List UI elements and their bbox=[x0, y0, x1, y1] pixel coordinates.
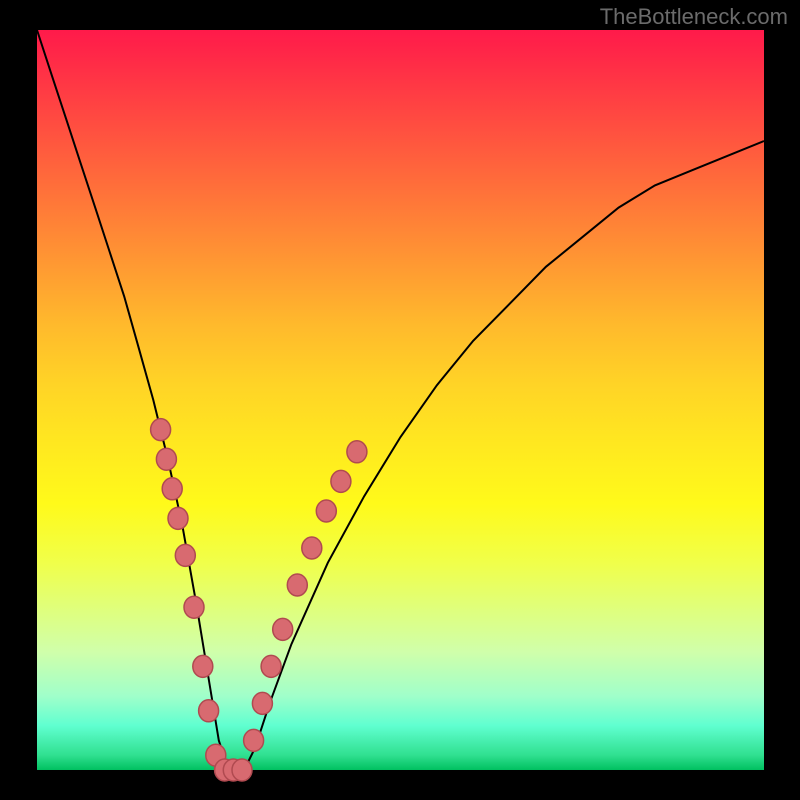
watermark-text: TheBottleneck.com bbox=[600, 4, 788, 30]
bead-marker bbox=[244, 729, 264, 751]
bead-marker bbox=[184, 596, 204, 618]
chart-plot-area bbox=[37, 30, 764, 770]
bead-marker bbox=[287, 574, 307, 596]
bead-marker bbox=[232, 759, 252, 781]
bead-marker bbox=[151, 419, 171, 441]
beads-group bbox=[151, 419, 367, 781]
bead-marker bbox=[261, 655, 281, 677]
bead-marker bbox=[156, 448, 176, 470]
bead-marker bbox=[193, 655, 213, 677]
bead-marker bbox=[162, 478, 182, 500]
bead-marker bbox=[331, 470, 351, 492]
curve-svg bbox=[37, 30, 764, 770]
bead-marker bbox=[316, 500, 336, 522]
bottleneck-curve bbox=[37, 30, 764, 770]
bead-marker bbox=[175, 544, 195, 566]
bead-marker bbox=[347, 441, 367, 463]
bead-marker bbox=[252, 692, 272, 714]
bead-marker bbox=[199, 700, 219, 722]
bead-marker bbox=[168, 507, 188, 529]
bead-marker bbox=[302, 537, 322, 559]
bead-marker bbox=[273, 618, 293, 640]
